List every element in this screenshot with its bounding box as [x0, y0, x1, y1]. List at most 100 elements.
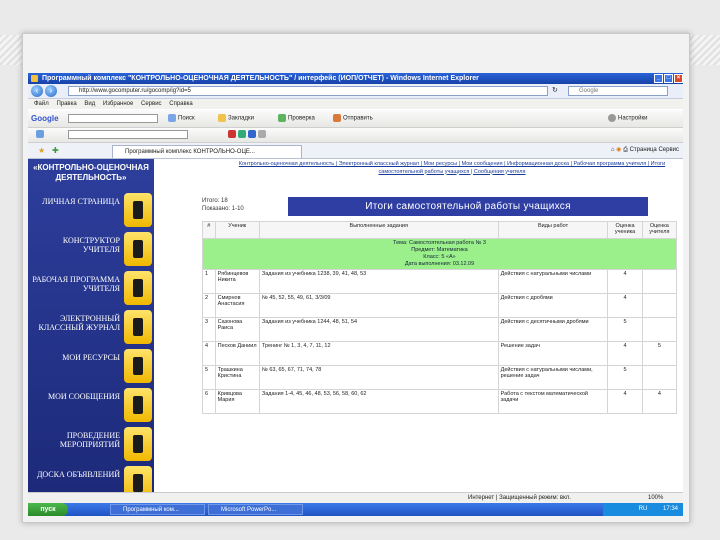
window-titlebar: Программный комплекс "КОНТРОЛЬНО-ОЦЕНОЧН… — [28, 73, 683, 84]
menu-tools[interactable]: Сервис — [141, 101, 162, 107]
back-button[interactable]: ‹ — [31, 85, 43, 97]
row-teacher-grade[interactable] — [641, 269, 678, 294]
sidebar-item-class-journal[interactable]: ЭЛЕКТРОННЫЙ КЛАССНЫЙ ЖУРНАЛ — [28, 308, 154, 346]
col-student-grade-header[interactable]: Оценка ученика — [607, 221, 643, 239]
menu-edit[interactable]: Правка — [56, 101, 76, 107]
system-tray: RU 17:34 — [603, 503, 683, 516]
sidebar-item-board[interactable]: ДОСКА ОБЪЯВЛЕНИЙ — [28, 464, 154, 492]
start-button[interactable]: пуск — [28, 503, 68, 516]
col-number-header[interactable]: # — [202, 221, 216, 239]
address-bar-row: ‹ › http://www.gocomputer.ru/gocomp/ig?i… — [28, 84, 683, 99]
col-tasks-header[interactable]: Выполненные задания — [258, 221, 499, 239]
refresh-icon[interactable]: ↻ — [552, 86, 558, 94]
sidebar-item-work-program[interactable]: РАБОЧАЯ ПРОГРАММА УЧИТЕЛЯ — [28, 269, 154, 307]
row-student-grade: 4 — [607, 389, 643, 414]
row-teacher-grade[interactable] — [641, 365, 678, 390]
row-student[interactable]: Сазонова Раиса — [214, 317, 260, 342]
sidebar-item-messages[interactable]: МОИ СООБЩЕНИЯ — [28, 386, 154, 424]
tab-label: Программный комплекс КОНТРОЛЬНО-ОЦЕ... — [125, 149, 255, 155]
assignment-topic: Тема: Самостоятельная работа № 3 — [393, 240, 486, 246]
row-student[interactable]: Рябинцевов Никита — [214, 269, 260, 294]
forward-button[interactable]: › — [45, 85, 57, 97]
tools-menu[interactable]: Сервис — [658, 147, 679, 153]
menu-favorites[interactable]: Избранное — [103, 101, 133, 107]
col-teacher-grade-header[interactable]: Оценка учителя — [641, 221, 678, 239]
row-student-grade: 5 — [607, 317, 643, 342]
logo-line-2: ДЕЯТЕЛЬНОСТЬ» — [55, 173, 127, 182]
sidebar-item-label: РАБОЧАЯ ПРОГРАММА УЧИТЕЛЯ — [32, 275, 120, 293]
col-student-header[interactable]: Ученик — [214, 221, 260, 239]
row-teacher-grade[interactable] — [641, 317, 678, 342]
table-row[interactable]: 3 Сазонова Раиса Задания из учебника 124… — [202, 317, 678, 342]
assignment-info-cell: Тема: Самостоятельная работа № 3 Предмет… — [202, 238, 677, 270]
table-row[interactable]: 6 Кривцова Мария Задания 1-4, 45, 46, 48… — [202, 389, 678, 414]
language-indicator[interactable]: RU — [639, 506, 648, 512]
bookmarks-button[interactable]: Закладки — [218, 114, 254, 123]
minimize-button[interactable]: _ — [654, 74, 663, 83]
row-kinds: Действия с дробями — [497, 293, 609, 318]
sidebar-item-label: КОНСТРУКТОР УЧИТЕЛЯ — [62, 236, 120, 254]
row-teacher-grade[interactable]: 5 — [641, 341, 678, 366]
row-student-grade: 5 — [607, 365, 643, 390]
table-row[interactable]: 2 Смирнов Анастасия № 45, 52, 55, 49, 61… — [202, 293, 678, 318]
menu-bar: Файл Правка Вид Избранное Сервис Справка — [28, 99, 683, 109]
row-number: 2 — [202, 293, 216, 318]
sidebar-item-label: ЭЛЕКТРОННЫЙ КЛАССНЫЙ ЖУРНАЛ — [38, 314, 121, 332]
google-search-label: Поиск — [178, 115, 195, 122]
menu-view[interactable]: Вид — [84, 101, 95, 107]
add-favorite-icon[interactable]: ✚ — [52, 146, 59, 155]
zoom-level[interactable]: 100% — [648, 493, 663, 503]
google-search-input[interactable] — [68, 114, 158, 123]
search-icon — [168, 114, 176, 122]
taskbar-item-browser[interactable]: Программный ком... — [110, 504, 205, 515]
send-button[interactable]: Отправить — [333, 114, 373, 123]
google-search-button[interactable]: Поиск — [168, 114, 195, 123]
maximize-button[interactable]: □ — [664, 74, 673, 83]
row-teacher-grade[interactable]: 4 — [641, 389, 678, 414]
tab-program-complex[interactable]: Программный комплекс КОНТРОЛЬНО-ОЦЕ... — [112, 145, 302, 158]
sidebar-item-resources[interactable]: МОИ РЕСУРСЫ — [28, 347, 154, 385]
sidebar-item-label: ДОСКА ОБЪЯВЛЕНИЙ — [36, 470, 120, 479]
url-field[interactable]: http://www.gocomputer.ru/gocomp/ig?id=5 — [68, 86, 548, 96]
search-field[interactable]: Google — [568, 86, 668, 96]
row-tasks: № 45, 52, 55, 49, 61, 3/3/09 — [258, 293, 499, 318]
favorites-star-icon[interactable]: ★ — [38, 146, 45, 155]
row-kinds: Действия с натуральными числами — [497, 269, 609, 294]
links-icon — [36, 130, 46, 139]
rss-icon[interactable]: ◉ — [616, 147, 621, 153]
google-logo: Google — [31, 114, 59, 123]
top-navigation-links[interactable]: Контрольно-оценочная деятельность | Элек… — [222, 161, 682, 176]
sidebar-item-constructor[interactable]: КОНСТРУКТОР УЧИТЕЛЯ — [28, 230, 154, 268]
links-input[interactable] — [68, 130, 188, 139]
taskbar-item-powerpoint[interactable]: Microsoft PowerPo... — [208, 504, 303, 515]
total-count: Итого: 18 — [202, 198, 228, 204]
table-row[interactable]: 5 Трашкина Кристина № 63, 65, 67, 71, 74… — [202, 365, 678, 390]
table-row[interactable]: 4 Песков Даниил Тренинг № 1, 3, 4, 7, 11… — [202, 341, 678, 366]
check-button[interactable]: Проверка — [278, 114, 315, 123]
row-student[interactable]: Песков Даниил — [214, 341, 260, 366]
menu-file[interactable]: Файл — [34, 101, 49, 107]
page-menu[interactable]: Страница — [630, 147, 657, 153]
url-text: http://www.gocomputer.ru/gocomp/ig?id=5 — [79, 88, 191, 94]
print-icon[interactable]: ⎙ — [623, 147, 628, 153]
close-button[interactable]: × — [674, 74, 683, 83]
main-content: Контрольно-оценочная деятельность | Элек… — [156, 159, 683, 492]
sidebar-item-events[interactable]: ПРОВЕДЕНИЕ МЕРОПРИЯТИЙ — [28, 425, 154, 463]
puzzle-icon — [124, 232, 152, 266]
settings-button[interactable]: Настройки — [608, 114, 647, 123]
menu-help[interactable]: Справка — [169, 101, 193, 107]
row-student[interactable]: Смирнов Анастасия — [214, 293, 260, 318]
row-number: 3 — [202, 317, 216, 342]
col-kinds-header[interactable]: Виды работ — [497, 221, 609, 239]
sidebar-item-personal-page[interactable]: ЛИЧНАЯ СТРАНИЦА — [28, 191, 154, 229]
tab-bar: ★ ✚ Программный комплекс КОНТРОЛЬНО-ОЦЕ.… — [28, 143, 683, 159]
row-teacher-grade[interactable] — [641, 293, 678, 318]
table-row[interactable]: 1 Рябинцевов Никита Задания из учебника … — [202, 269, 678, 294]
row-student[interactable]: Трашкина Кристина — [214, 365, 260, 390]
board-icon — [124, 466, 152, 492]
sidebar-item-label: ЛИЧНАЯ СТРАНИЦА — [42, 197, 120, 206]
row-tasks: Задания из учебника 1238, 39, 41, 48, 53 — [258, 269, 499, 294]
row-tasks: Задания 1-4, 45, 46, 48, 53, 56, 58, 60,… — [258, 389, 499, 414]
home-icon[interactable]: ⌂ — [611, 147, 615, 153]
row-student[interactable]: Кривцова Мария — [214, 389, 260, 414]
